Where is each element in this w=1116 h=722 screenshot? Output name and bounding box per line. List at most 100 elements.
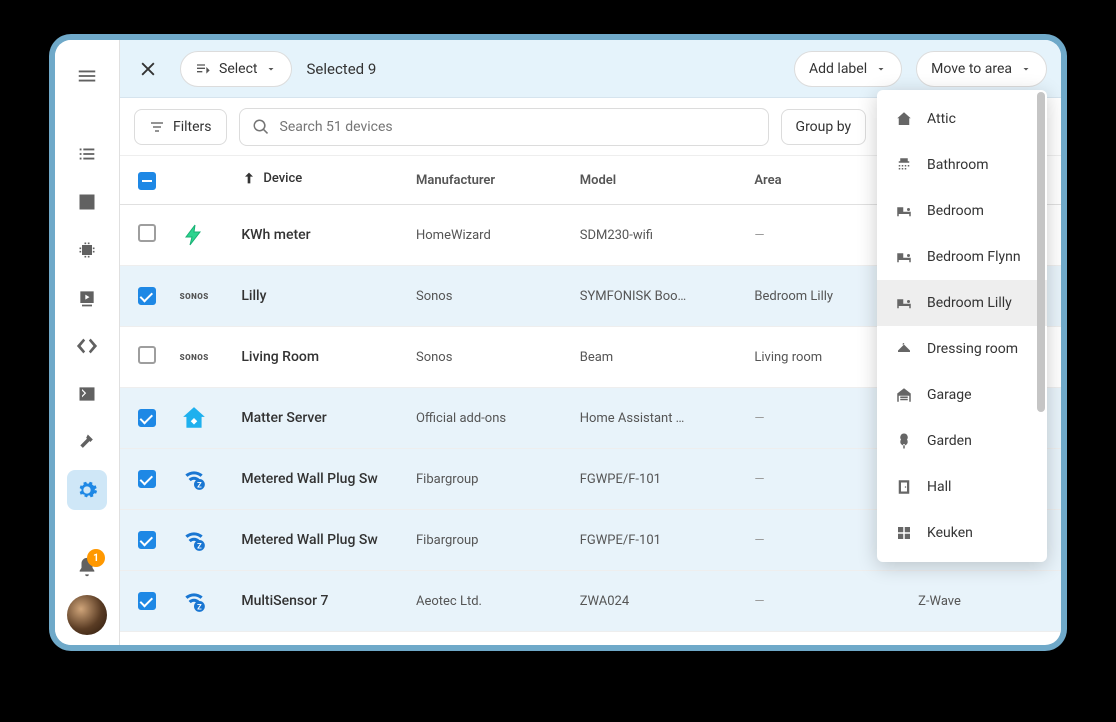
sidebar-item-settings[interactable] (67, 470, 107, 510)
search-input[interactable] (280, 119, 756, 135)
cell-manufacturer: Official add-ons (406, 388, 570, 449)
area-option[interactable]: Garden (877, 418, 1047, 464)
cell-manufacturer: Aeotec Ltd. (406, 571, 570, 632)
cell-model: SYMFONISK Boo… (570, 266, 745, 327)
device-icon: SONOS (180, 282, 208, 310)
bed-icon (895, 202, 913, 220)
avatar[interactable] (67, 595, 107, 635)
area-option[interactable]: Bedroom (877, 188, 1047, 234)
select-label: Select (219, 61, 257, 77)
device-icon: SONOS (180, 343, 208, 371)
table-row[interactable]: ZMultiSensor 7Aeotec Ltd.ZWA024—Z-Wave (120, 571, 1061, 632)
arrow-up-icon (241, 170, 257, 186)
move-to-area-button[interactable]: Move to area (916, 51, 1047, 87)
garage-icon (895, 386, 913, 404)
cell-manufacturer: HomeWizard (406, 205, 570, 266)
hanger-icon (895, 340, 913, 358)
area-option[interactable]: Garage (877, 372, 1047, 418)
notifications-button[interactable]: 1 (67, 547, 107, 587)
terminal-icon (77, 384, 97, 404)
svg-text:Z: Z (197, 481, 202, 490)
area-label: Dressing room (927, 341, 1018, 357)
row-checkbox[interactable] (138, 470, 156, 488)
row-checkbox[interactable] (138, 409, 156, 427)
row-checkbox[interactable] (138, 287, 156, 305)
hammer-icon (77, 432, 97, 452)
close-selection-button[interactable] (130, 51, 166, 87)
select-mode-button[interactable]: Select (180, 51, 292, 87)
select-all-checkbox[interactable] (138, 172, 156, 190)
cell-device: Matter Server (231, 388, 406, 449)
row-checkbox[interactable] (138, 224, 156, 242)
device-icon (180, 404, 208, 432)
cell-device: Lilly (231, 266, 406, 327)
cell-model: SDM230-wifi (570, 205, 745, 266)
group-by-button[interactable]: Group by (781, 109, 867, 145)
filters-button[interactable]: Filters (134, 109, 227, 145)
bed-icon (895, 294, 913, 312)
add-label-button[interactable]: Add label (794, 51, 902, 87)
area-option[interactable]: Dressing room (877, 326, 1047, 372)
sidebar-item-list[interactable] (67, 134, 107, 174)
search-box[interactable] (239, 108, 769, 146)
group-label: Group by (796, 119, 852, 135)
area-option[interactable]: Bedroom Flynn (877, 234, 1047, 280)
gear-icon (76, 479, 98, 501)
grid-icon (895, 524, 913, 542)
sidebar-item-code[interactable] (67, 326, 107, 366)
sidebar-item-media[interactable] (67, 278, 107, 318)
area-label: Garage (927, 387, 972, 403)
cell-device: Metered Wall Plug Sw (231, 510, 406, 571)
home-icon (895, 110, 913, 128)
area-option[interactable]: Bathroom (877, 142, 1047, 188)
sidebar-item-tools[interactable] (67, 422, 107, 462)
filter-icon (149, 119, 165, 135)
col-manufacturer[interactable]: Manufacturer (406, 156, 570, 205)
sidebar-item-chip[interactable] (67, 230, 107, 270)
chevron-down-icon (265, 63, 277, 75)
area-label: Hall (927, 479, 951, 495)
tree-icon (895, 432, 913, 450)
row-checkbox[interactable] (138, 531, 156, 549)
svg-text:Z: Z (197, 542, 202, 551)
selected-count: Selected 9 (306, 60, 376, 78)
device-icon: Z (180, 465, 208, 493)
area-label: Attic (927, 111, 956, 127)
area-label: Bedroom (927, 203, 984, 219)
cell-model: ZWA024 (570, 571, 745, 632)
cell-model: FGWPE/F-101 (570, 510, 745, 571)
notification-badge: 1 (87, 549, 105, 567)
scrollbar-thumb[interactable] (1037, 92, 1045, 412)
area-option[interactable]: Attic (877, 96, 1047, 142)
area-option[interactable]: Bedroom Lilly (877, 280, 1047, 326)
col-model[interactable]: Model (570, 156, 745, 205)
chart-icon (77, 192, 97, 212)
sort-device[interactable]: Device (241, 170, 302, 186)
sidebar: 1 (55, 40, 120, 645)
area-label: Garden (927, 433, 972, 449)
cell-manufacturer: Sonos (406, 266, 570, 327)
row-checkbox[interactable] (138, 346, 156, 364)
area-option[interactable]: Keuken (877, 510, 1047, 556)
cell-area: — (744, 571, 908, 632)
close-icon (138, 59, 158, 79)
cell-model: Home Assistant … (570, 388, 745, 449)
chip-icon (77, 240, 97, 260)
area-label: Keuken (927, 525, 973, 541)
menu-toggle[interactable] (67, 56, 107, 96)
bed-icon (895, 248, 913, 266)
chevron-down-icon (875, 63, 887, 75)
row-checkbox[interactable] (138, 592, 156, 610)
area-dropdown: Attic Bathroom Bedroom Bedroom FlynnBedroom… (877, 90, 1047, 562)
sidebar-item-terminal[interactable] (67, 374, 107, 414)
device-icon (180, 221, 208, 249)
sidebar-item-chart[interactable] (67, 182, 107, 222)
code-icon (76, 335, 98, 357)
cell-device: MultiSensor 7 (231, 571, 406, 632)
search-icon (252, 118, 270, 136)
cell-manufacturer: Fibargroup (406, 510, 570, 571)
app-window: 1 Select Selected 9 Add label Move to ar… (55, 40, 1061, 645)
area-option[interactable]: Hall (877, 464, 1047, 510)
cell-device: Metered Wall Plug Sw (231, 449, 406, 510)
add-label-text: Add label (809, 61, 867, 77)
